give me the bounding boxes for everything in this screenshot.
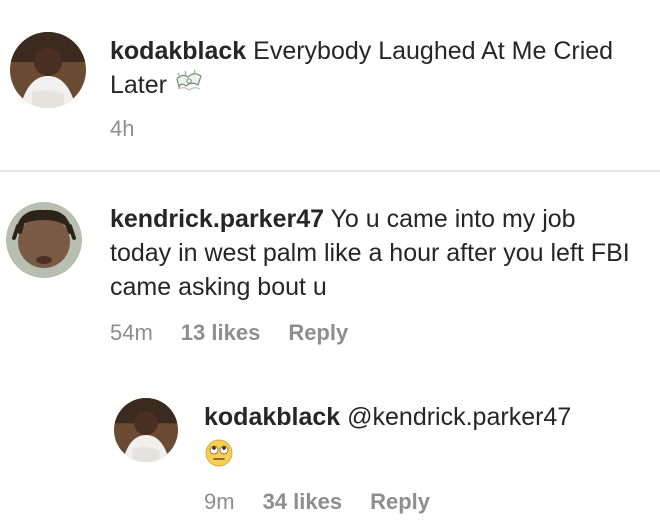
face-with-rolling-eyes-emoji [204,438,234,473]
likes-count[interactable]: 13 likes [181,320,261,346]
comment-time: 9m [204,489,235,514]
mention-link[interactable]: @kendrick.parker47 [347,403,571,431]
comment-1: kodakblack Everybody Laughed At Me Cried… [10,32,630,142]
kodakblack-avatar[interactable] [10,32,86,108]
comment-divider [0,170,660,172]
comment-2-content: kendrick.parker47 Yo u came into my job … [110,202,630,346]
comment-1-meta: 4h [110,116,630,142]
comment-2-body: kendrick.parker47 Yo u came into my job … [110,202,630,304]
comment-username[interactable]: kendrick.parker47 [110,205,324,233]
comment-time: 54m [110,320,153,345]
comment-3-reply: kodakblack @kendrick.parker47 9m 34 like… [114,398,644,515]
comment-2-meta: 54m 13 likes Reply [110,320,630,346]
comment-3-meta: 9m 34 likes Reply [204,489,644,515]
comment-2: kendrick.parker47 Yo u came into my job … [6,202,630,346]
likes-count[interactable]: 34 likes [263,489,343,515]
comment-1-body: kodakblack Everybody Laughed At Me Cried… [110,34,630,104]
kendrick-parker47-avatar[interactable] [6,202,82,278]
comment-3-body: kodakblack @kendrick.parker47 [204,400,644,434]
comment-time: 4h [110,115,135,141]
money-with-wings-emoji [174,69,204,104]
reply-button[interactable]: Reply [370,489,430,515]
comment-3-content: kodakblack @kendrick.parker47 9m 34 like… [204,398,644,515]
comment-username[interactable]: kodakblack [110,37,246,65]
reply-button[interactable]: Reply [288,320,348,346]
comment-3-emoji-row [204,438,644,473]
comment-1-content: kodakblack Everybody Laughed At Me Cried… [110,32,630,142]
kodakblack-avatar[interactable] [114,398,178,462]
comment-username[interactable]: kodakblack [204,403,340,431]
